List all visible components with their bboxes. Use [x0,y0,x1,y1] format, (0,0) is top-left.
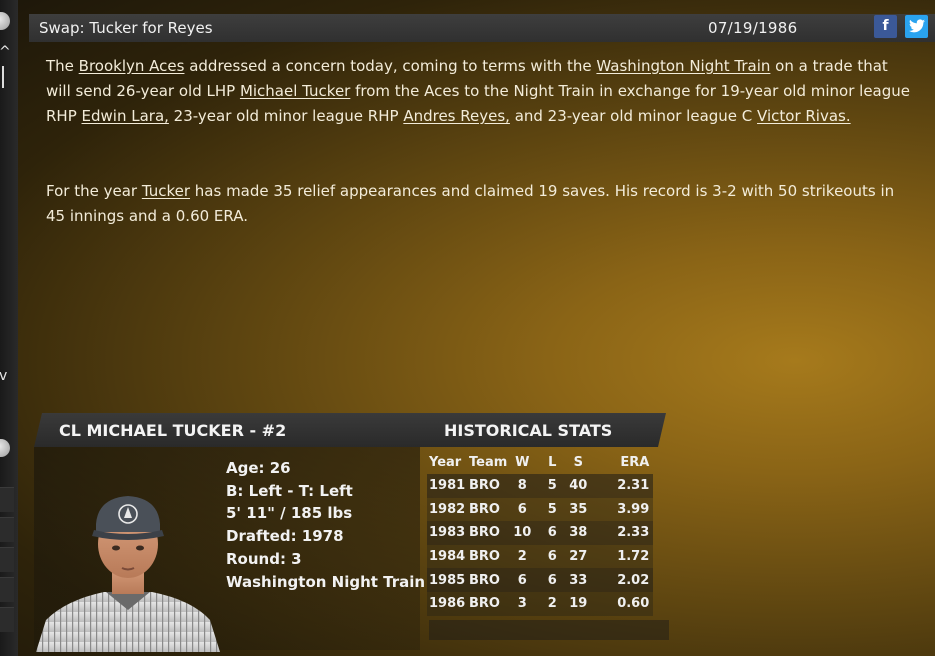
col-header-year[interactable]: Year [427,451,469,474]
text: For the year [46,182,142,200]
twitter-bird-icon [908,19,925,33]
player-team: Washington Night Train [226,572,426,591]
text: addressed a concern today, coming to ter… [184,57,597,75]
cell-s: 40 [569,478,588,494]
cell-era: 1.72 [617,549,650,565]
article-paragraph-2: For the year Tucker has made 35 relief a… [46,179,916,229]
cell-team: BRO [469,572,500,588]
cell-s: 38 [569,525,588,541]
col-header-team[interactable]: Team [469,451,507,474]
cell-s: 27 [569,549,588,565]
rail-tab[interactable] [0,577,14,602]
rail-tab[interactable] [0,517,14,542]
cell-team: BRO [469,501,500,517]
player-link-victor-rivas[interactable]: Victor Rivas. [757,107,851,125]
cell-year: 1986 [429,596,466,612]
player-avatar[interactable] [36,492,220,652]
cell-w: 8 [517,478,527,494]
cell-year: 1981 [429,478,466,494]
news-article: The Brooklyn Aces addressed a concern to… [46,54,916,229]
table-row: 1981 BRO 8 5 40 2.31 [427,474,654,498]
cell-era: 3.99 [617,501,650,517]
cell-year: 1982 [429,501,466,517]
team-link-washington-night-train[interactable]: Washington Night Train [596,57,770,75]
news-date: 07/19/1986 [708,19,798,37]
cell-era: 2.31 [617,478,650,494]
player-link-edwin-lara[interactable]: Edwin Lara, [82,107,169,125]
cell-l: 6 [547,572,557,588]
cell-team: BRO [469,596,500,612]
stats-table: Year Team W L S ERA 1981 BRO 8 5 40 2.31… [427,451,654,616]
player-bio: Age: 26 B: Left - T: Left 5' 11" / 185 l… [226,457,425,593]
cell-l: 6 [547,525,557,541]
table-row: 1986 BRO 3 2 19 0.60 [427,591,654,616]
text: The [46,57,79,75]
table-row: 1983 BRO 10 6 38 2.33 [427,521,654,545]
left-rail: ^ v [0,0,18,656]
player-drafted: Drafted: 1978 [226,527,344,546]
news-title: Swap: Tucker for Reyes [39,19,213,37]
cell-w: 2 [517,549,527,565]
facebook-icon[interactable]: f [874,15,897,38]
text: and 23-year old minor league C [509,107,758,125]
player-bats-throws: B: Left - T: Left [226,481,353,500]
rail-tab[interactable] [0,607,14,632]
historical-stats-title: HISTORICAL STATS [444,421,613,440]
player-height-weight: 5' 11" / 185 lbs [226,504,353,523]
cell-year: 1983 [429,525,466,541]
cell-s: 35 [569,501,588,517]
cell-era: 0.60 [617,596,650,612]
cell-w: 10 [513,525,532,541]
col-header-l[interactable]: L [537,451,567,474]
cell-team: BRO [469,478,500,494]
scroll-track[interactable] [2,66,4,88]
cell-year: 1984 [429,549,466,565]
player-link-michael-tucker[interactable]: Michael Tucker [240,82,350,100]
cell-l: 5 [547,501,557,517]
article-paragraph-1: The Brooklyn Aces addressed a concern to… [46,54,916,129]
scroll-up-arrow-icon[interactable]: ^ [0,44,11,60]
table-row: 1982 BRO 6 5 35 3.99 [427,497,654,522]
col-header-s[interactable]: S [567,451,589,474]
cell-team: BRO [469,549,500,565]
scroll-down-arrow-icon[interactable]: v [0,368,7,384]
player-round: Round: 3 [226,549,302,568]
player-card-header: CL MICHAEL TUCKER - #2 HISTORICAL STATS [34,413,666,447]
col-header-w[interactable]: W [507,451,537,474]
stats-empty-row [429,620,669,640]
col-header-era[interactable]: ERA [589,451,653,474]
player-link-andres-reyes[interactable]: Andres Reyes, [403,107,510,125]
cell-team: BRO [469,525,500,541]
rail-tab[interactable] [0,547,14,572]
table-row: 1985 BRO 6 6 33 2.02 [427,568,654,592]
news-header-bar: Swap: Tucker for Reyes 07/19/1986 f [29,14,935,42]
twitter-icon[interactable] [905,15,928,38]
cell-era: 2.02 [617,572,650,588]
rail-tab[interactable] [0,487,14,512]
cell-s: 33 [569,572,588,588]
table-row: 1984 BRO 2 6 27 1.72 [427,544,654,569]
cell-era: 2.33 [617,525,650,541]
rail-bottom-knob[interactable] [0,439,10,457]
team-link-brooklyn-aces[interactable]: Brooklyn Aces [79,57,185,75]
cell-l: 2 [547,596,557,612]
text: 23-year old minor league RHP [168,107,404,125]
historical-stats-table: Year Team W L S ERA 1981 BRO 8 5 40 2.31… [427,451,669,643]
player-age: Age: 26 [226,459,291,477]
rail-top-knob[interactable] [0,12,10,30]
cell-w: 3 [517,596,527,612]
cell-l: 6 [547,549,557,565]
cell-s: 19 [569,596,588,612]
player-card-name[interactable]: CL MICHAEL TUCKER - #2 [59,421,286,440]
player-link-tucker[interactable]: Tucker [142,182,190,200]
stats-header-row: Year Team W L S ERA [427,451,653,474]
cell-w: 6 [517,572,527,588]
cell-l: 5 [547,478,557,494]
cell-w: 6 [517,501,527,517]
cell-year: 1985 [429,572,466,588]
